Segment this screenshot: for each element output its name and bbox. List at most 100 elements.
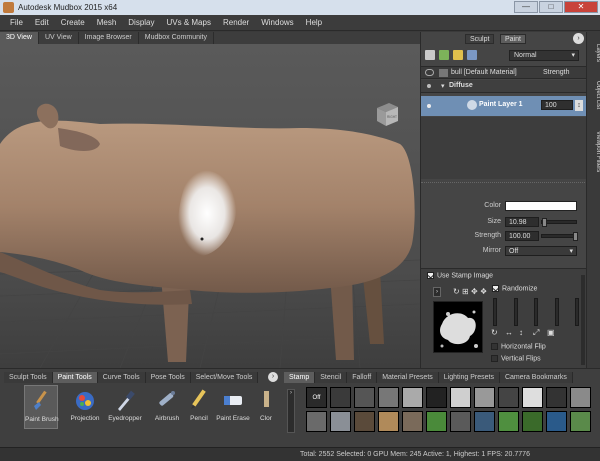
menu-display[interactable]: Display (122, 18, 160, 27)
menu-create[interactable]: Create (55, 18, 91, 27)
tab-3d-view[interactable]: 3D View (0, 32, 39, 44)
menu-mesh[interactable]: Mesh (91, 18, 123, 27)
tab-paint-tools[interactable]: Paint Tools (52, 372, 98, 383)
stamp-toggle-icon[interactable]: › (433, 287, 441, 297)
random-slider-3[interactable] (534, 298, 538, 326)
material-row[interactable]: bull [Default Material] Strength (421, 66, 587, 79)
horizontal-random-icon[interactable]: ↔ (505, 328, 513, 337)
random-slider-4[interactable] (554, 298, 559, 326)
tab-image-browser[interactable]: Image Browser (79, 32, 139, 44)
stamp-thumbnail[interactable] (450, 387, 471, 408)
tab-sculpt-tools[interactable]: Sculpt Tools (4, 372, 53, 383)
stamp-off[interactable]: Off (306, 387, 327, 408)
tool-paint-brush[interactable]: Paint Brush (24, 385, 59, 429)
grid-icon[interactable]: ⊞ (462, 287, 469, 296)
vertical-random-icon[interactable]: ↕ (519, 328, 523, 337)
menu-edit[interactable]: Edit (29, 18, 55, 27)
tab-select-move-tools[interactable]: Select/Move Tools (190, 372, 259, 383)
paint-layer-row[interactable]: Paint Layer 1 100 ↕ (421, 96, 587, 116)
checkbox-icon[interactable] (491, 355, 498, 362)
layer-strength-field[interactable]: 100 (541, 100, 573, 110)
menu-uvs-maps[interactable]: UVs & Maps (161, 18, 217, 27)
stamp-thumbnail[interactable] (426, 411, 447, 432)
import-layer-icon[interactable] (439, 50, 449, 60)
color-swatch[interactable] (505, 201, 577, 211)
view-cube[interactable]: RIGHT (374, 100, 400, 128)
stamp-thumbnail[interactable] (570, 411, 591, 432)
tab-material-presets[interactable]: Material Presets (377, 372, 439, 383)
randomize-checkbox[interactable]: Randomize (492, 285, 537, 292)
channel-row[interactable]: ▾ Diffuse (421, 80, 587, 93)
tab-pose-tools[interactable]: Pose Tools (145, 372, 191, 383)
new-paint-layer-icon[interactable] (425, 50, 435, 60)
stamp-thumbnail[interactable] (522, 411, 543, 432)
tool-paint-erase[interactable]: Paint Erase (216, 385, 250, 429)
stamp-thumbnail[interactable] (426, 387, 447, 408)
stamp-thumbnail[interactable] (474, 387, 495, 408)
stamp-thumbnail[interactable] (378, 411, 399, 432)
visibility-dot-icon[interactable] (427, 84, 431, 88)
random-slider-5[interactable] (575, 298, 579, 326)
stamp-thumbnail[interactable] (378, 387, 399, 408)
slider-knob[interactable] (542, 218, 547, 227)
visibility-dot-icon[interactable] (427, 104, 431, 108)
stamp-thumbnail[interactable] (570, 387, 591, 408)
menu-render[interactable]: Render (217, 18, 255, 27)
menu-windows[interactable]: Windows (255, 18, 299, 27)
menu-help[interactable]: Help (300, 18, 328, 27)
tab-viewport-filters[interactable]: Viewport Filters (587, 120, 600, 184)
stamp-thumbnail[interactable] (522, 387, 543, 408)
checkbox-icon[interactable] (492, 285, 499, 292)
panel-scrollbar[interactable] (581, 275, 585, 365)
move-icon[interactable]: ✥ (471, 287, 478, 296)
3d-viewport[interactable]: RIGHT (0, 44, 420, 368)
tab-stencil[interactable]: Stencil (315, 372, 348, 383)
stamp-thumbnail[interactable] (402, 387, 423, 408)
layer-options-icon[interactable] (467, 50, 477, 60)
stamp-thumbnail[interactable] (402, 411, 423, 432)
mirror-select[interactable]: Off ▾ (505, 246, 577, 256)
close-button[interactable]: ✕ (564, 1, 598, 13)
tab-object-list[interactable]: Object List (587, 74, 600, 116)
stamp-tray-toggle-icon[interactable]: › (287, 389, 295, 433)
rotate-random-icon[interactable]: ↻ (491, 328, 498, 337)
checkbox-icon[interactable] (427, 272, 434, 279)
tab-uv-view[interactable]: UV View (39, 32, 79, 44)
minimize-button[interactable]: — (514, 1, 538, 13)
tab-layers[interactable]: Layers (587, 36, 600, 70)
tool-projection[interactable]: Projection (68, 385, 102, 429)
tray-collapse-icon[interactable]: › (268, 372, 278, 382)
stamp-thumbnail[interactable] (546, 387, 567, 408)
use-stamp-checkbox[interactable]: Use Stamp Image (427, 272, 493, 279)
tool-airbrush[interactable]: Airbrush (150, 385, 184, 429)
tab-mudbox-community[interactable]: Mudbox Community (139, 32, 214, 44)
tab-sculpt[interactable]: Sculpt (465, 34, 495, 44)
folder-icon[interactable] (453, 50, 463, 60)
random-slider-1[interactable] (493, 298, 497, 326)
tool-eyedropper[interactable]: Eyedropper (108, 385, 142, 429)
random-sliders[interactable] (493, 298, 579, 326)
slider-knob[interactable] (573, 232, 578, 241)
maximize-button[interactable]: □ (539, 1, 563, 13)
stamp-thumbnail[interactable] (498, 411, 519, 432)
stamp-thumbnail[interactable] (546, 411, 567, 432)
horizontal-flip-checkbox[interactable]: Horizontal Flip (491, 343, 546, 350)
blend-mode-select[interactable]: Normal ▾ (509, 50, 579, 61)
panel-splitter[interactable] (421, 182, 587, 184)
stamp-preview[interactable] (433, 301, 483, 353)
tool-pencil[interactable]: Pencil (182, 385, 216, 429)
stamp-thumbnail[interactable] (354, 411, 375, 432)
rotate-icon[interactable]: ↻ (453, 287, 460, 296)
tab-lighting-presets[interactable]: Lighting Presets (438, 372, 500, 383)
stamp-thumbnail[interactable] (450, 411, 471, 432)
size-field[interactable]: 10.98 (505, 217, 539, 227)
stamp-thumbnail[interactable] (354, 387, 375, 408)
tab-falloff[interactable]: Falloff (347, 372, 378, 383)
size-slider[interactable] (541, 218, 577, 227)
strength-slider[interactable] (541, 232, 578, 241)
stamp-thumbnail[interactable] (330, 387, 351, 408)
strength-field[interactable]: 100.00 (505, 231, 539, 241)
stamp-thumbnail[interactable] (330, 411, 351, 432)
tab-paint[interactable]: Paint (500, 34, 526, 44)
eye-icon[interactable] (425, 69, 434, 76)
